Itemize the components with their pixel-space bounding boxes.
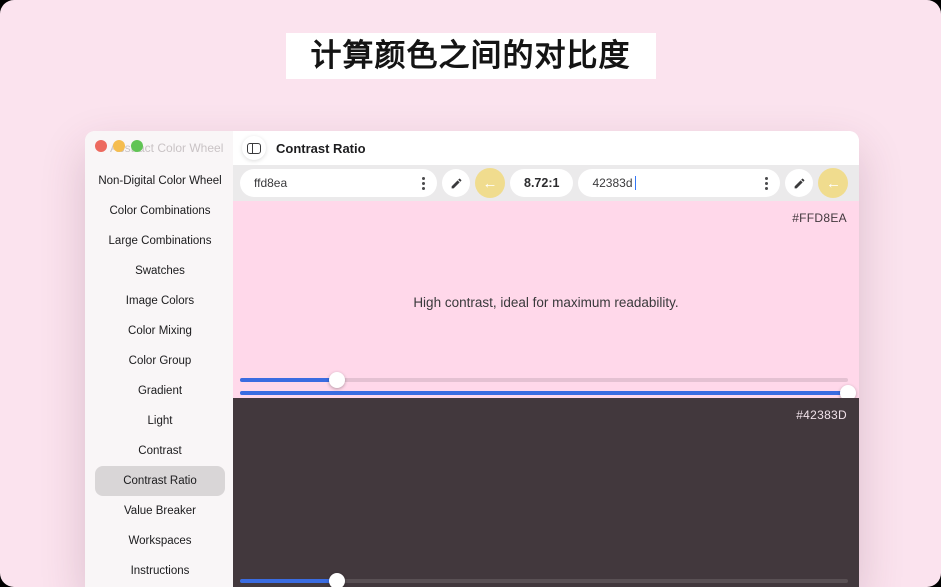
- background-color-panel: #42383D: [233, 398, 859, 587]
- slider-fill: [240, 579, 337, 583]
- sidebar-item-swatches[interactable]: Swatches: [95, 256, 225, 286]
- more-options-icon[interactable]: [765, 182, 768, 185]
- sidebar-item-light[interactable]: Light: [95, 406, 225, 436]
- slider-fill: [240, 378, 337, 382]
- sidebar-nav: Non-Digital Color Wheel Color Combinatio…: [85, 131, 233, 586]
- minimize-button[interactable]: [113, 140, 125, 152]
- foreground-color-value: ffd8ea: [254, 176, 287, 190]
- background-hex-label: #42383D: [796, 408, 847, 422]
- window-controls: [95, 140, 143, 152]
- sidebar-item-instructions[interactable]: Instructions: [95, 556, 225, 586]
- foreground-color-panel: #FFD8EA High contrast, ideal for maximum…: [233, 201, 859, 398]
- sidebar-item-non-digital-color-wheel[interactable]: Non-Digital Color Wheel: [95, 166, 225, 196]
- background-color-input[interactable]: 42383d: [578, 169, 780, 197]
- main-content: Contrast Ratio ffd8ea ←: [233, 131, 859, 587]
- more-options-icon[interactable]: [422, 182, 425, 185]
- background-color-value: 42383d: [592, 176, 632, 190]
- sidebar-item-value-breaker[interactable]: Value Breaker: [95, 496, 225, 526]
- content-header: Contrast Ratio: [233, 131, 859, 165]
- page-background: 计算颜色之间的对比度 Abstract Color Wheel Non-Digi…: [0, 0, 941, 587]
- close-button[interactable]: [95, 140, 107, 152]
- pencil-icon: [450, 177, 463, 190]
- foreground-eyedropper-button[interactable]: [442, 169, 470, 197]
- background-eyedropper-button[interactable]: [785, 169, 813, 197]
- sidebar-item-contrast[interactable]: Contrast: [95, 436, 225, 466]
- foreground-color-input[interactable]: ffd8ea: [240, 169, 437, 197]
- slider-thumb[interactable]: [329, 573, 345, 587]
- content-title: Contrast Ratio: [276, 141, 366, 156]
- left-arrow-icon: ←: [483, 175, 498, 192]
- sidebar-item-color-mixing[interactable]: Color Mixing: [95, 316, 225, 346]
- sidebar-item-large-combinations[interactable]: Large Combinations: [95, 226, 225, 256]
- slider-fill: [240, 391, 848, 395]
- sidebar-item-image-colors[interactable]: Image Colors: [95, 286, 225, 316]
- pencil-icon: [793, 177, 806, 190]
- sidebar-item-gradient[interactable]: Gradient: [95, 376, 225, 406]
- sidebar-icon: [247, 143, 261, 154]
- page-title: 计算颜色之间的对比度: [286, 33, 656, 79]
- background-apply-button[interactable]: ←: [818, 168, 848, 198]
- foreground-hex-label: #FFD8EA: [792, 211, 847, 225]
- left-arrow-icon: ←: [826, 175, 841, 192]
- contrast-message: High contrast, ideal for maximum readabi…: [233, 295, 859, 310]
- text-cursor: [635, 176, 637, 190]
- sidebar-item-color-combinations[interactable]: Color Combinations: [95, 196, 225, 226]
- sidebar-toggle-button[interactable]: [242, 136, 266, 160]
- sidebar-item-contrast-ratio[interactable]: Contrast Ratio: [95, 466, 225, 496]
- sidebar-item-workspaces[interactable]: Workspaces: [95, 526, 225, 556]
- app-window: Abstract Color Wheel Non-Digital Color W…: [85, 131, 859, 587]
- foreground-apply-button[interactable]: ←: [475, 168, 505, 198]
- sidebar: Abstract Color Wheel Non-Digital Color W…: [85, 131, 233, 587]
- background-slider-1[interactable]: [240, 573, 848, 587]
- toolbar: ffd8ea ← 8.72:1 42383d: [233, 165, 859, 201]
- zoom-button[interactable]: [131, 140, 143, 152]
- contrast-ratio-value: 8.72:1: [510, 169, 573, 197]
- sidebar-item-color-group[interactable]: Color Group: [95, 346, 225, 376]
